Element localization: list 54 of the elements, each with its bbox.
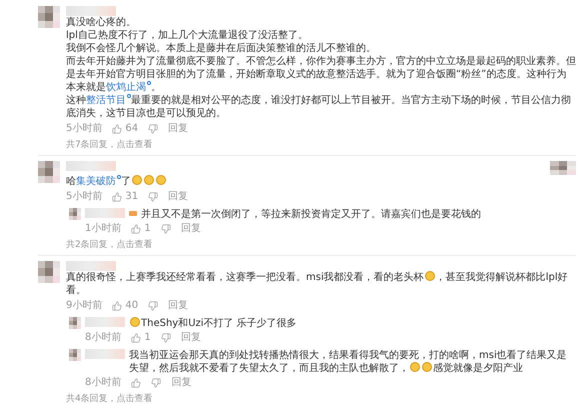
thumbs-down-icon[interactable]	[160, 333, 171, 343]
like-button[interactable]	[131, 378, 142, 388]
vip-badge-icon	[129, 211, 137, 216]
reply-link[interactable]: 回复	[168, 191, 188, 203]
reply-link[interactable]: 回复	[168, 123, 188, 135]
avatar[interactable]	[38, 6, 60, 28]
timestamp: 1小时前	[85, 223, 122, 235]
like-button[interactable]: 40	[112, 300, 138, 312]
thumbs-up-icon	[131, 378, 142, 388]
timestamp: 9小时前	[66, 300, 102, 312]
reply-link[interactable]: 回复	[168, 300, 188, 312]
reply-link[interactable]: 回复	[171, 377, 192, 389]
thumbs-down-icon[interactable]	[148, 301, 158, 311]
thumbs-down-icon[interactable]	[160, 224, 171, 234]
timestamp: 5小时前	[66, 123, 102, 135]
thumbs-down-icon[interactable]	[148, 192, 158, 202]
thumbs-down-icon[interactable]	[151, 378, 162, 388]
like-button[interactable]: 64	[112, 123, 138, 135]
avatar[interactable]	[69, 208, 81, 220]
timestamp: 8小时前	[85, 332, 122, 344]
comment-text: 我倒不会怪几个解说。本质上是藤井在后面决策整谁的活儿不整谁的。	[66, 42, 377, 55]
comment-text: lpl自己热度不行了，加上几个大流量退役了没活整了。	[66, 29, 309, 42]
thumbs-up-icon	[112, 124, 122, 134]
thumbs-down-icon[interactable]	[148, 124, 158, 134]
topic-link[interactable]: 整活节目	[86, 95, 131, 106]
like-button[interactable]: 1	[131, 223, 151, 235]
avatar[interactable]	[69, 317, 81, 329]
comment-text: 这种整活节目 最重要的就是相对公平的态度，谁没打好都可以上节目被开。当官方主动下场的时候，节目公信力彻底消失，这节目凉也是可以预见的。	[66, 94, 572, 120]
avatar[interactable]	[38, 261, 60, 283]
thumbs-up-icon	[131, 333, 142, 343]
thumbs-up-icon	[112, 301, 122, 311]
like-button[interactable]: 1	[131, 332, 151, 344]
reply-link[interactable]: 回复	[180, 223, 201, 235]
thumbs-up-icon	[131, 224, 142, 234]
avatar[interactable]	[550, 161, 576, 175]
reply-text: 我当初亚运会那天真的到处找转播热情很大，结果看得我气的要死，打的啥啊，msi也看了结果又是失望，然后我就不爱看了失望太久了，而且我的主队也解散了， 感觉就像是夕阳产业	[129, 349, 568, 375]
reply-link[interactable]: 回复	[180, 332, 201, 344]
thumbs-up-icon	[112, 192, 122, 202]
like-button[interactable]: 31	[112, 191, 138, 203]
comment-text: 真没啥心疼的。	[66, 16, 137, 29]
timestamp: 5小时前	[66, 191, 102, 203]
comment-text: 真的很奇怪，上赛季我还经常看看，这赛季一把没看。msi我都没看，看的老头杯 ，甚至我觉得解说杯都比lpl好看。	[66, 271, 569, 297]
comment-text: 而去年开始藤井为了流量彻底不要脸了。不管怎么样，你作为赛事主办方，官方的中立立场是最起码的职业素养。但是去年开始官方明目张胆的为了流量，开始断章取义式的故意整活选手。就为了迎合饭圈“粉丝”的态度。这种行为本来就是饮鸩止渴 。	[66, 55, 576, 94]
topic-link[interactable]: 集美破防	[76, 176, 121, 187]
avatar[interactable]	[69, 349, 81, 361]
reply-text: TheShy和Uzi不打了 乐子少了很多	[129, 317, 576, 330]
timestamp: 8小时前	[85, 377, 122, 389]
view-more-replies-link[interactable]: 共2条回复，点击查看	[66, 239, 576, 251]
avatar[interactable]	[38, 161, 60, 183]
reply-text: 并且又不是第一次倒闭了，等拉来新投资肯定又开了。请嘉宾们也是要花钱的	[141, 208, 482, 221]
view-more-replies-link[interactable]: 共4条回复，点击查看	[66, 393, 576, 405]
topic-link[interactable]: 饮鸩止渴	[106, 82, 151, 93]
view-more-replies-link[interactable]: 共7条回复，点击查看	[66, 139, 576, 151]
comment-text: 哈集美破防 了	[66, 175, 576, 188]
